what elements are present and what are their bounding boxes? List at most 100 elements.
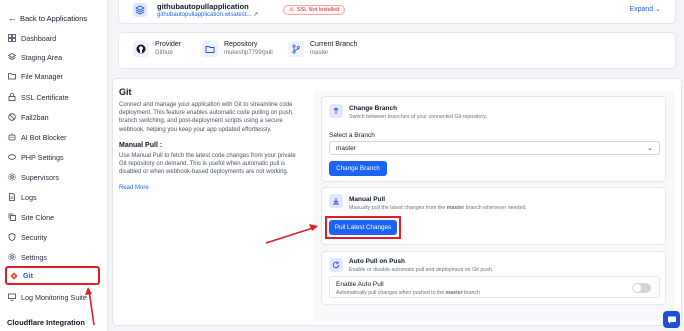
robot-icon [8,133,16,141]
chevron-down-icon: ⌄ [647,145,653,152]
provider-info: Provider Github [133,41,181,57]
application-url-link[interactable]: githubautopullapplication.wlsatest... ↗ [157,11,258,18]
auto-pull-toggle[interactable] [632,283,651,293]
dashboard-icon [8,34,16,42]
back-to-applications-link[interactable]: ← Back to Applications [8,13,87,23]
application-icon [133,3,147,17]
sidebar-item-site-clone[interactable]: Site Clone [5,209,100,225]
manual-pull-card: Manual Pull Manually pull the latest cha… [321,187,666,245]
git-actions-column: Change Branch Switch between branches of… [313,91,674,321]
sidebar-item-label: Dashboard [21,33,57,43]
manual-pull-heading: Manual Pull : [119,141,163,149]
sidebar-item-cloudflare-integration[interactable]: Cloudflare Integration [7,318,85,327]
pull-latest-changes-button[interactable]: Pull Latest Changes [329,220,397,235]
repository-label: Repository [224,41,258,48]
sidebar-item-label: AI Bot Blocker [21,132,67,142]
application-header: githubautopullapplication githubautopull… [118,0,676,24]
sidebar-item-label: Logs [21,192,37,202]
current-branch-value: master [310,50,329,56]
back-label: Back to Applications [20,13,88,23]
auto-pull-card: Auto Pull on Push Enable or disable auto… [321,251,666,305]
sidebar-item-git[interactable]: Git [5,266,100,285]
main-content: githubautopullapplication githubautopull… [108,0,684,331]
branch-select[interactable]: master ⌄ [329,141,660,155]
monitor-icon [8,293,16,301]
application-url: githubautopullapplication.wlsatest... [157,12,252,18]
shield-icon [8,233,16,241]
sidebar: ← Back to Applications Dashboard Staging… [0,0,108,331]
repository-info: Repository mukeshp7799/pull [202,41,273,57]
sidebar-item-settings[interactable]: Settings [5,249,100,265]
sidebar-item-label: Supervisors [21,172,59,182]
chat-support-button[interactable] [663,311,680,328]
folder-icon [8,73,16,80]
change-branch-button[interactable]: Change Branch [329,161,387,176]
sidebar-item-supervisors[interactable]: Supervisors [5,169,100,185]
provider-value: Github [155,50,173,56]
auto-pull-subtitle: Enable or disable automatic pull and dep… [349,267,494,273]
sidebar-item-label: Log Monitoring Suite [21,292,87,302]
read-more-link[interactable]: Read More [119,185,149,191]
sidebar-item-fail2ban[interactable]: Fail2ban [5,109,100,125]
php-icon [8,154,16,160]
provider-label: Provider [155,41,182,48]
sidebar-item-log-monitoring-suite[interactable]: Log Monitoring Suite [5,289,100,305]
folder-icon [202,41,218,57]
enable-auto-pull-row: Enable Auto Pull Automatically pull chan… [329,276,660,298]
copy-icon [8,213,16,221]
github-icon [133,41,149,57]
git-title: Git [119,87,132,97]
warning-icon: ⚠ [289,7,294,13]
git-description: Connect and manage your application with… [119,102,294,133]
download-icon [329,194,343,208]
current-branch-info: Current Branch master [288,41,357,57]
ssl-status-badge: ⚠ SSL Not Installed [283,5,346,15]
manual-pull-title: Manual Pull [349,196,386,203]
current-branch-label: Current Branch [310,41,358,48]
chevron-down-icon: ⌄ [655,6,661,13]
git-panel: Git Connect and manage your application … [112,78,682,326]
git-icon [10,271,18,280]
sidebar-item-label: SSL Certificate [21,92,69,102]
layers-icon [8,53,16,60]
sidebar-item-label: Git [23,271,33,280]
repository-value: mukeshp7799/pull [224,50,273,56]
gear-icon [8,253,16,261]
change-branch-title: Change Branch [349,105,398,112]
manual-pull-description: Use Manual Pull to fetch the latest code… [119,152,296,176]
sidebar-item-security[interactable]: Security [5,229,100,245]
sidebar-item-ssl-certificate[interactable]: SSL Certificate [5,89,100,105]
auto-pull-title: Auto Pull on Push [349,258,405,265]
sidebar-item-label: Fail2ban [21,112,49,122]
sidebar-item-label: Settings [21,252,47,262]
expand-label: Expand [629,6,654,13]
manual-pull-subtitle: Manually pull the latest changes from th… [349,205,527,211]
git-description-column: Git Connect and manage your application … [119,87,305,194]
chat-icon [667,316,676,324]
refresh-icon [329,258,343,272]
sidebar-item-label: Security [21,232,47,242]
sidebar-item-staging-area[interactable]: Staging Area [5,49,100,65]
lock-icon [8,93,16,101]
select-branch-label: Select a Branch [329,132,375,139]
sidebar-item-label: Staging Area [21,52,63,62]
sidebar-item-label: Site Clone [21,212,55,222]
change-branch-subtitle: Switch between branches of your connecte… [349,114,487,120]
sidebar-item-label: File Manager [21,71,63,81]
branch-icon [288,41,304,57]
sidebar-item-dashboard[interactable]: Dashboard [5,30,100,46]
repository-info-card: Provider Github Repository mukeshp7799/p… [118,32,676,69]
sidebar-item-php-settings[interactable]: PHP Settings [5,149,100,165]
selected-branch: master [336,144,356,152]
application-name: githubautopullapplication [157,2,249,11]
gear-icon [8,173,16,181]
sidebar-item-logs[interactable]: Logs [5,189,100,205]
arrow-left-icon: ← [8,13,17,23]
document-icon [9,193,15,201]
expand-button[interactable]: Expand ⌄ [629,5,661,13]
sidebar-item-ai-bot-blocker[interactable]: AI Bot Blocker [5,129,100,145]
ban-icon [8,113,16,121]
enable-auto-pull-title: Enable Auto Pull [336,281,384,288]
sidebar-item-label: PHP Settings [21,152,64,162]
sidebar-item-file-manager[interactable]: File Manager [5,68,100,84]
